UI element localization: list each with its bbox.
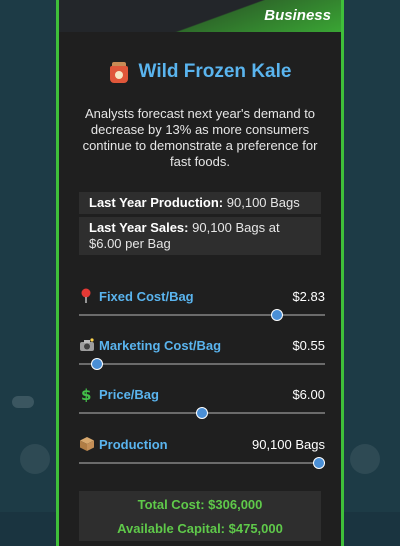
production-row: Production 90,100 Bags: [79, 432, 325, 456]
total-cost-value: $306,000: [208, 497, 263, 512]
production-value: 90,100 Bags: [251, 436, 325, 452]
price-row: $ Price/Bag $6.00: [79, 382, 325, 406]
production-label: Production: [99, 436, 168, 452]
total-cost: Total Cost: $306,000: [79, 497, 321, 512]
dollar-icon: $: [79, 386, 93, 404]
camera-icon: [79, 337, 94, 353]
available-capital: Available Capital: $475,000: [79, 521, 321, 536]
last-year-production-value: 90,100 Bags: [226, 195, 300, 210]
marketing-cost-row: Marketing Cost/Bag $0.55: [79, 333, 325, 357]
slider-handle[interactable]: [270, 309, 283, 321]
last-year-production-label: Last Year Production:: [89, 195, 224, 210]
slider-handle[interactable]: [196, 407, 208, 419]
total-cost-label: Total Cost:: [137, 497, 205, 512]
background-nav-icon: [20, 444, 50, 474]
fixed-cost-row: Fixed Cost/Bag $2.83: [79, 284, 325, 308]
box-icon: [79, 436, 94, 452]
marketing-cost-slider[interactable]: [79, 358, 325, 370]
fixed-cost-value: $2.83: [292, 288, 325, 304]
price-label: Price/Bag: [99, 386, 159, 402]
available-capital-label: Available Capital:: [117, 521, 226, 536]
last-year-sales: Last Year Sales: 90,100 Bags at $6.00 pe…: [79, 217, 321, 255]
fixed-cost-slider[interactable]: [79, 309, 325, 321]
last-year-production: Last Year Production: 90,100 Bags: [79, 192, 321, 214]
marketing-cost-value: $0.55: [292, 337, 325, 353]
price-slider[interactable]: [79, 407, 325, 419]
production-slider[interactable]: [79, 457, 325, 469]
last-year-sales-label: Last Year Sales:: [89, 220, 189, 235]
business-modal: Business Wild Frozen Kale Analysts forec…: [56, 0, 344, 546]
product-title-row: Wild Frozen Kale: [59, 58, 341, 86]
product-title: Wild Frozen Kale: [138, 61, 292, 82]
modal-category-tag: Business: [264, 7, 331, 24]
svg-text:$: $: [81, 386, 91, 402]
cost-summary: Total Cost: $306,000 Available Capital: …: [79, 491, 321, 541]
background-nav-icon: [350, 444, 380, 474]
price-value: $6.00: [292, 386, 325, 402]
slider-handle[interactable]: [90, 358, 103, 370]
marketing-cost-label: Marketing Cost/Bag: [99, 337, 222, 353]
background-toggle: [12, 396, 34, 408]
demand-forecast-text: Analysts forecast next year's demand to …: [82, 106, 318, 169]
pin-icon: [79, 288, 93, 304]
fixed-cost-label: Fixed Cost/Bag: [99, 288, 194, 304]
kale-bag-icon: [109, 61, 129, 83]
available-capital-value: $475,000: [228, 521, 283, 536]
slider-handle[interactable]: [313, 457, 325, 469]
